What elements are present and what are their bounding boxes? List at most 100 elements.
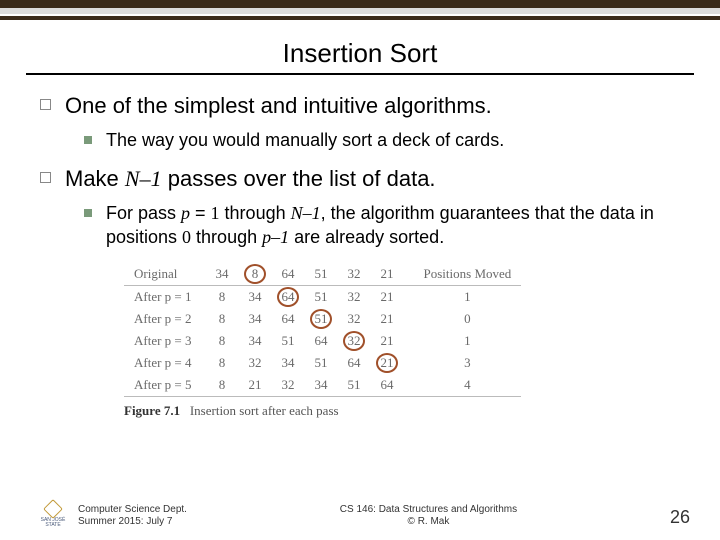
cell-value: 34 xyxy=(239,286,272,309)
num-1: 1 xyxy=(211,203,220,223)
row-label: After p = 3 xyxy=(124,330,206,352)
cell-value: 32 xyxy=(338,308,371,330)
cell-moved: 0 xyxy=(404,308,522,330)
cell-value: 64 xyxy=(272,308,305,330)
t: For pass xyxy=(106,203,181,223)
highlight-circle-icon xyxy=(376,353,398,373)
table-row: After p = 2834645132210 xyxy=(124,308,521,330)
slide-footer: SAN JOSÉ STATE Computer Science Dept. Su… xyxy=(0,502,720,528)
cell-moved: 4 xyxy=(404,374,522,397)
title-underline xyxy=(26,73,694,75)
cell-value: 32 xyxy=(239,352,272,374)
bullet-2: Make N–1 passes over the list of data. xyxy=(40,166,690,192)
figure-text: Insertion sort after each pass xyxy=(190,403,339,418)
page-number: 26 xyxy=(670,507,690,528)
cell-value: 51 xyxy=(305,286,338,309)
cell-value: 21 xyxy=(371,286,404,309)
highlight-circle-icon xyxy=(244,264,266,284)
table-row: After p = 1834645132211 xyxy=(124,286,521,309)
square-bullet-small-icon xyxy=(84,136,92,144)
t: through xyxy=(220,203,291,223)
footer-left: Computer Science Dept. Summer 2015: July… xyxy=(78,504,187,528)
cell-moved: 1 xyxy=(404,330,522,352)
footer-center: CS 146: Data Structures and Algorithms ©… xyxy=(187,504,670,528)
cell-value: 21 xyxy=(371,330,404,352)
decoration-bar-dark2 xyxy=(0,16,720,20)
cell-value: 8 xyxy=(206,330,239,352)
t: Make xyxy=(65,166,125,191)
col-val: 34 xyxy=(206,263,239,286)
cell-value: 34 xyxy=(239,308,272,330)
cell-value: 51 xyxy=(272,330,305,352)
cell-value: 8 xyxy=(206,374,239,397)
row-label: After p = 4 xyxy=(124,352,206,374)
cell-value: 21 xyxy=(371,352,404,374)
insertion-sort-table: Original34864513221Positions Moved After… xyxy=(124,263,690,419)
bullet-2-text: Make N–1 passes over the list of data. xyxy=(65,166,436,192)
slide-content: One of the simplest and intuitive algori… xyxy=(0,93,720,419)
col-val: 8 xyxy=(239,263,272,286)
footer-course: CS 146: Data Structures and Algorithms xyxy=(187,504,670,516)
bullet-2-1: For pass p = 1 through N–1, the algorith… xyxy=(84,202,690,249)
square-bullet-small-icon xyxy=(84,209,92,217)
col-val: 51 xyxy=(305,263,338,286)
cell-value: 8 xyxy=(206,286,239,309)
logo-text: SAN JOSÉ STATE xyxy=(38,518,68,528)
footer-copyright: © R. Mak xyxy=(187,516,670,528)
col-rowlabel: Original xyxy=(124,263,206,286)
cell-value: 8 xyxy=(206,352,239,374)
t: are already sorted. xyxy=(289,227,444,247)
cell-value: 51 xyxy=(305,308,338,330)
cell-value: 34 xyxy=(305,374,338,397)
decoration-bar-light xyxy=(0,8,720,14)
bullet-1-1-text: The way you would manually sort a deck o… xyxy=(106,129,504,152)
math-p: p xyxy=(181,203,190,223)
math-pm1: p–1 xyxy=(262,227,289,247)
col-val: 32 xyxy=(338,263,371,286)
table-row: After p = 4832345164213 xyxy=(124,352,521,374)
cell-value: 34 xyxy=(239,330,272,352)
slide-title: Insertion Sort xyxy=(0,38,720,69)
math-n1: N–1 xyxy=(125,166,162,191)
cell-value: 32 xyxy=(272,374,305,397)
highlight-circle-icon xyxy=(277,287,299,307)
footer-dept: Computer Science Dept. xyxy=(78,504,187,516)
cell-value: 34 xyxy=(272,352,305,374)
col-val: 21 xyxy=(371,263,404,286)
bullet-1-1: The way you would manually sort a deck o… xyxy=(84,129,690,152)
col-val: 64 xyxy=(272,263,305,286)
cell-value: 64 xyxy=(338,352,371,374)
row-label: After p = 5 xyxy=(124,374,206,397)
highlight-circle-icon xyxy=(310,309,332,329)
cell-value: 51 xyxy=(305,352,338,374)
cell-value: 21 xyxy=(239,374,272,397)
math-n1b: N–1 xyxy=(291,203,321,223)
table-row: After p = 5821323451644 xyxy=(124,374,521,397)
cell-value: 32 xyxy=(338,330,371,352)
pass-table: Original34864513221Positions Moved After… xyxy=(124,263,521,397)
t: = xyxy=(190,203,211,223)
cell-value: 64 xyxy=(272,286,305,309)
t: passes over the list of data. xyxy=(162,166,436,191)
bullet-1: One of the simplest and intuitive algori… xyxy=(40,93,690,119)
cell-moved: 1 xyxy=(404,286,522,309)
figure-label: Figure 7.1 xyxy=(124,403,180,418)
footer-date: Summer 2015: July 7 xyxy=(78,516,187,528)
cell-value: 64 xyxy=(305,330,338,352)
num-0: 0 xyxy=(182,227,191,247)
highlight-circle-icon xyxy=(343,331,365,351)
university-logo: SAN JOSÉ STATE xyxy=(38,502,68,528)
square-bullet-icon xyxy=(40,172,51,183)
figure-caption: Figure 7.1 Insertion sort after each pas… xyxy=(124,403,690,419)
cell-value: 51 xyxy=(338,374,371,397)
decoration-bar-dark xyxy=(0,0,720,8)
cell-value: 21 xyxy=(371,308,404,330)
col-moved: Positions Moved xyxy=(404,263,522,286)
cell-value: 64 xyxy=(371,374,404,397)
cell-moved: 3 xyxy=(404,352,522,374)
cell-value: 8 xyxy=(206,308,239,330)
cell-value: 32 xyxy=(338,286,371,309)
bullet-2-1-text: For pass p = 1 through N–1, the algorith… xyxy=(106,202,690,249)
logo-icon xyxy=(43,499,63,519)
square-bullet-icon xyxy=(40,99,51,110)
